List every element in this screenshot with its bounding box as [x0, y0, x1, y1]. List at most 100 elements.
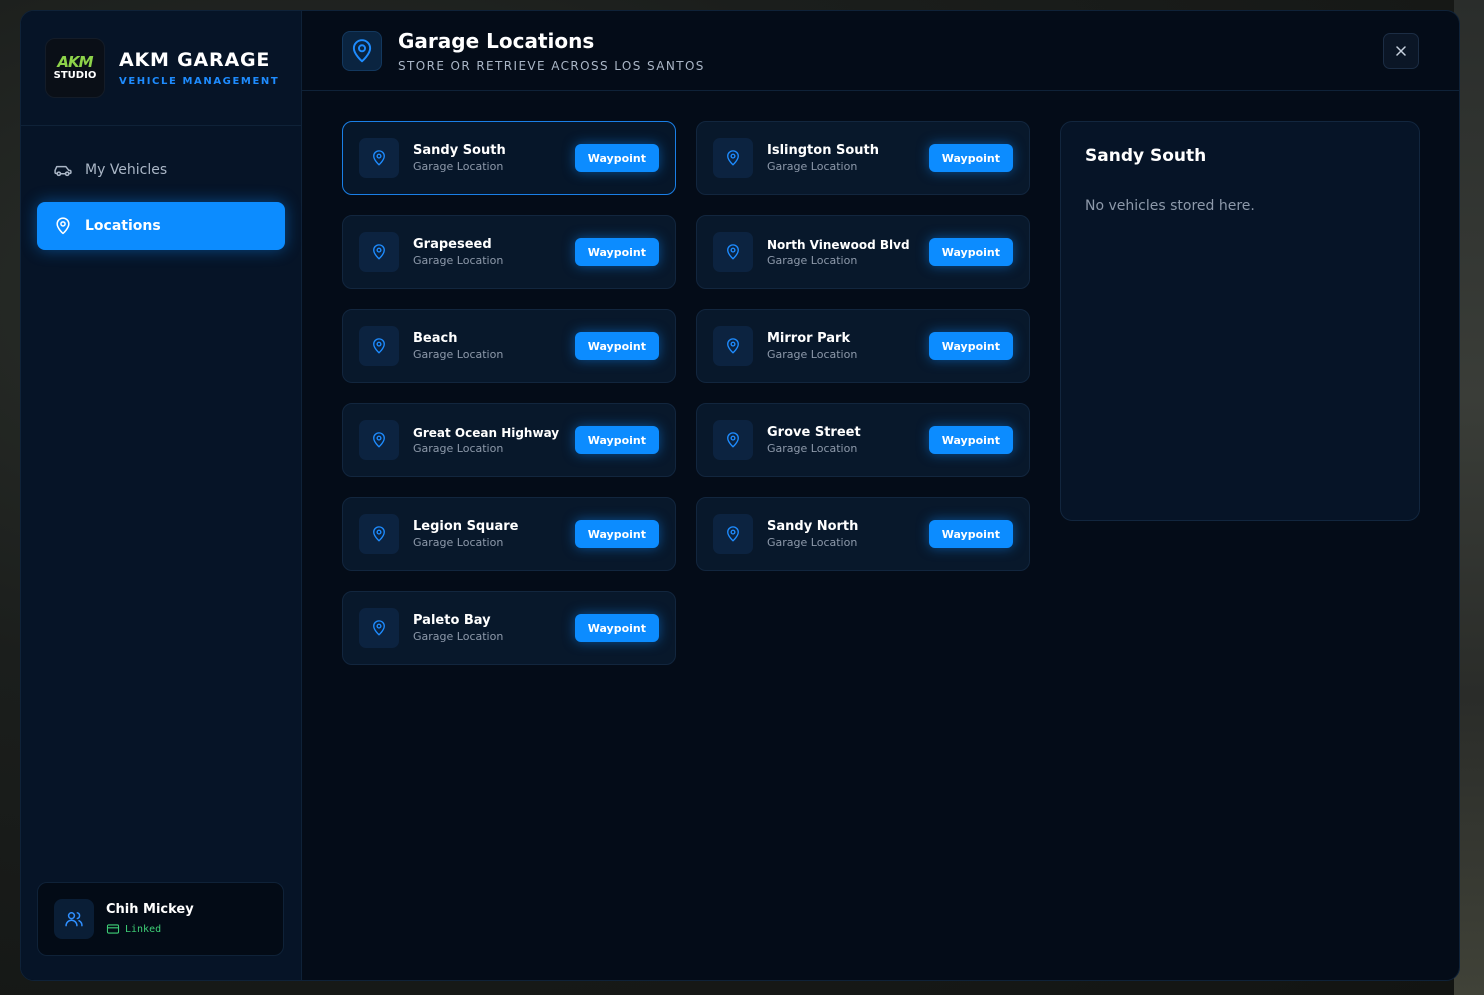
brand-subtitle: VEHICLE MANAGEMENT: [119, 76, 280, 87]
garage-window: AKM STUDIO AKM GARAGE VEHICLE MANAGEMENT…: [20, 10, 1460, 981]
location-type: Garage Location: [413, 536, 504, 549]
location-text: Grove Street Garage Location: [767, 425, 861, 455]
detail-empty-message: No vehicles stored here.: [1085, 198, 1255, 214]
location-text: Islington South Garage Location: [767, 143, 879, 173]
logo-text: STUDIO: [53, 70, 97, 81]
location-card-islington-south[interactable]: Islington South Garage Location Waypoint: [696, 121, 1030, 195]
sidebar-item-locations[interactable]: Locations: [37, 202, 285, 250]
map-pin-icon: [727, 338, 739, 354]
sidebar-nav: My Vehicles Locations: [21, 126, 301, 250]
location-text: Great Ocean Highway Garage Location: [413, 426, 559, 455]
location-name: Sandy South: [413, 143, 506, 158]
location-type: Garage Location: [413, 254, 504, 267]
location-type: Garage Location: [767, 160, 858, 173]
location-icon-box: [713, 138, 753, 178]
location-icon-box: [713, 232, 753, 272]
user-name: Chih Mickey: [106, 902, 194, 917]
location-icon-box: [359, 232, 399, 272]
users-icon: [65, 912, 83, 927]
detail-title: Sandy South: [1085, 146, 1207, 166]
page-header: Garage Locations STORE OR RETRIEVE ACROS…: [302, 11, 1459, 91]
location-icon-box: [359, 326, 399, 366]
location-type: Garage Location: [767, 442, 858, 455]
location-card-sandy-south[interactable]: Sandy South Garage Location Waypoint: [342, 121, 676, 195]
brand-header: AKM STUDIO AKM GARAGE VEHICLE MANAGEMENT: [21, 11, 301, 126]
waypoint-button[interactable]: Waypoint: [574, 238, 659, 266]
location-name: Beach: [413, 331, 458, 346]
avatar: [54, 899, 94, 939]
location-type: Garage Location: [767, 348, 858, 361]
sidebar-item-label: Locations: [85, 218, 161, 234]
map-pin-icon: [727, 432, 739, 448]
location-type: Garage Location: [413, 348, 504, 361]
location-text: Sandy North Garage Location: [767, 519, 858, 549]
location-name: Paleto Bay: [413, 613, 491, 628]
location-card-legion-square[interactable]: Legion Square Garage Location Waypoint: [342, 497, 676, 571]
location-card-paleto-bay[interactable]: Paleto Bay Garage Location Waypoint: [342, 591, 676, 665]
location-card-north-vinewood-blvd[interactable]: North Vinewood Blvd Garage Location Wayp…: [696, 215, 1030, 289]
sidebar-item-my-vehicles[interactable]: My Vehicles: [37, 146, 285, 194]
id-card-icon: [106, 924, 120, 934]
waypoint-button[interactable]: Waypoint: [574, 144, 659, 172]
user-card: Chih Mickey Linked: [37, 882, 284, 956]
waypoint-button[interactable]: Waypoint: [574, 332, 659, 360]
location-name: Grove Street: [767, 425, 861, 440]
location-text: Beach Garage Location: [413, 331, 503, 361]
map-pin-icon: [727, 244, 739, 260]
header-icon-box: [342, 30, 382, 71]
location-type: Garage Location: [767, 253, 858, 267]
sidebar: AKM STUDIO AKM GARAGE VEHICLE MANAGEMENT…: [21, 11, 302, 980]
close-button[interactable]: [1383, 33, 1419, 69]
location-name: Sandy North: [767, 519, 859, 534]
location-text: Grapeseed Garage Location: [413, 237, 503, 267]
location-name: Mirror Park: [767, 331, 851, 346]
waypoint-button[interactable]: Waypoint: [574, 614, 659, 642]
map-pin-icon: [727, 526, 739, 542]
waypoint-button[interactable]: Waypoint: [928, 426, 1013, 454]
main-panel: Garage Locations STORE OR RETRIEVE ACROS…: [302, 11, 1459, 980]
brand-text: AKM GARAGE VEHICLE MANAGEMENT: [119, 49, 279, 87]
location-type: Garage Location: [413, 160, 504, 173]
waypoint-button[interactable]: Waypoint: [928, 332, 1013, 360]
location-type: Garage Location: [413, 630, 504, 643]
location-card-mirror-park[interactable]: Mirror Park Garage Location Waypoint: [696, 309, 1030, 383]
location-name: North Vinewood Blvd: [767, 237, 910, 252]
location-icon-box: [713, 420, 753, 460]
map-pin-icon: [373, 338, 385, 354]
map-pin-icon: [373, 244, 385, 260]
brand-title: AKM GARAGE: [119, 49, 271, 71]
waypoint-button[interactable]: Waypoint: [574, 426, 659, 454]
location-text: Legion Square Garage Location: [413, 519, 519, 549]
location-icon-box: [713, 514, 753, 554]
user-status-label: Linked: [125, 923, 162, 935]
location-type: Garage Location: [767, 536, 858, 549]
brand-logo: AKM STUDIO: [45, 38, 105, 98]
location-icon-box: [359, 420, 399, 460]
waypoint-button[interactable]: Waypoint: [928, 144, 1013, 172]
header-text: Garage Locations STORE OR RETRIEVE ACROS…: [398, 29, 705, 73]
location-name: Great Ocean Highway: [413, 425, 560, 440]
location-card-sandy-north[interactable]: Sandy North Garage Location Waypoint: [696, 497, 1030, 571]
sidebar-item-label: My Vehicles: [85, 162, 168, 178]
location-text: North Vinewood Blvd Garage Location: [767, 238, 910, 267]
user-info: Chih Mickey Linked: [106, 902, 194, 936]
location-name: Grapeseed: [413, 237, 492, 252]
map-pin-icon: [373, 526, 385, 542]
page-title: Garage Locations: [398, 28, 595, 53]
location-type: Garage Location: [413, 441, 504, 455]
location-card-beach[interactable]: Beach Garage Location Waypoint: [342, 309, 676, 383]
waypoint-button[interactable]: Waypoint: [928, 238, 1013, 266]
map-pin-icon: [352, 38, 372, 62]
waypoint-button[interactable]: Waypoint: [928, 520, 1013, 548]
location-text: Sandy South Garage Location: [413, 143, 506, 173]
location-name: Legion Square: [413, 519, 519, 534]
location-card-grove-street[interactable]: Grove Street Garage Location Waypoint: [696, 403, 1030, 477]
map-pin-icon: [727, 150, 739, 166]
location-card-great-ocean-highway[interactable]: Great Ocean Highway Garage Location Wayp…: [342, 403, 676, 477]
location-detail-panel: Sandy South No vehicles stored here.: [1060, 121, 1420, 521]
logo-mark: AKM: [57, 53, 93, 71]
location-card-grapeseed[interactable]: Grapeseed Garage Location Waypoint: [342, 215, 676, 289]
user-status: Linked: [106, 922, 194, 936]
waypoint-button[interactable]: Waypoint: [574, 520, 659, 548]
car-icon: [54, 165, 72, 177]
